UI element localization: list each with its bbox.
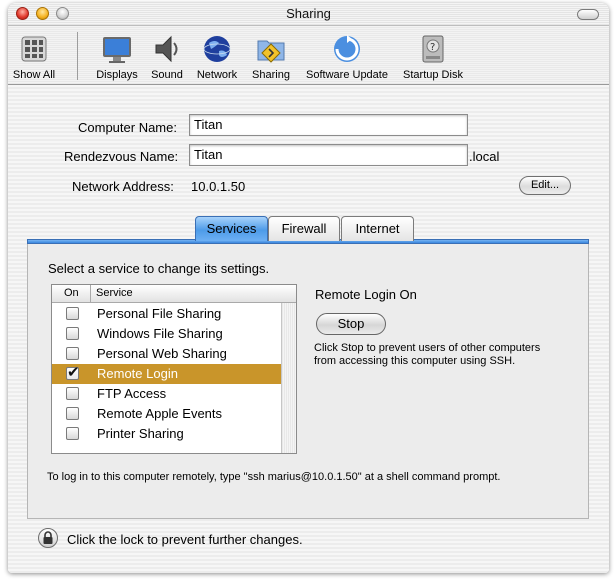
service-checkbox[interactable] [66,347,79,360]
service-description: Click Stop to prevent users of other com… [314,342,541,367]
software-update-icon [334,35,360,62]
list-item-ftp-access[interactable]: FTP Access [52,384,281,404]
toolbar-displays[interactable]: Displays [91,33,143,81]
service-label: FTP Access [97,386,167,401]
service-label: Windows File Sharing [97,326,223,341]
toolbar-show-all[interactable]: Show All [10,33,58,81]
tab-services[interactable]: Services [195,216,268,241]
list-header: On Service [52,285,296,303]
toolbar-sharing[interactable]: Sharing [248,33,294,81]
toolbar: Show All Displays Sound Network Sharing … [8,26,609,85]
column-on[interactable]: On [64,287,79,299]
lock-icon [43,531,53,544]
lock-button[interactable] [38,528,58,548]
toolbar-label: Displays [96,69,138,81]
services-list: On Service Personal File Sharing Windows… [51,284,297,454]
list-item-remote-apple-events[interactable]: Remote Apple Events [52,404,281,424]
service-label: Personal Web Sharing [97,346,227,361]
list-item-personal-file-sharing[interactable]: Personal File Sharing [52,304,281,324]
list-scrollbar[interactable] [281,303,296,453]
lock-text: Click the lock to prevent further change… [67,532,303,547]
list-item-printer-sharing[interactable]: Printer Sharing [52,424,281,444]
list-item-windows-file-sharing[interactable]: Windows File Sharing [52,324,281,344]
window-title: Sharing [286,6,331,21]
service-label: Remote Apple Events [97,406,223,421]
rendezvous-suffix: .local [469,149,500,164]
service-status-title: Remote Login On [315,287,417,302]
stop-button[interactable]: Stop [316,313,386,335]
edit-button[interactable]: Edit... [519,176,571,195]
toolbar-startup-disk[interactable]: ? Startup Disk [397,33,469,81]
service-checkbox[interactable] [66,427,79,440]
service-label: Personal File Sharing [97,306,222,321]
toolbar-sound[interactable]: Sound [147,33,187,81]
toolbar-network[interactable]: Network [192,33,242,81]
service-checkbox[interactable] [66,407,79,420]
network-address-label: Network Address: [72,179,174,194]
column-separator [90,285,91,302]
computer-name-field[interactable]: Titan [189,114,468,136]
computer-name-label: Computer Name: [78,120,177,135]
sharing-folder-icon [257,40,285,63]
show-all-icon [21,36,47,62]
rendezvous-name-label: Rendezvous Name: [64,149,179,164]
service-label: Remote Login [97,366,178,381]
service-checkbox[interactable] [66,307,79,320]
toolbar-label: Startup Disk [403,69,463,81]
toolbar-label: Sharing [252,69,290,81]
network-globe-icon [203,36,231,62]
list-item-remote-login[interactable]: Remote Login [52,363,281,384]
toolbar-toggle-button[interactable] [577,9,599,20]
service-label: Printer Sharing [97,426,184,441]
service-checkbox[interactable] [66,363,80,381]
toolbar-software-update[interactable]: Software Update [301,33,393,81]
tab-firewall[interactable]: Firewall [268,216,340,241]
tab-internet[interactable]: Internet [341,216,414,241]
network-address-value: 10.0.1.50 [191,179,246,194]
minimize-button[interactable] [36,7,49,20]
sharing-window: Sharing Show All Displays Sound Network … [8,3,609,573]
rendezvous-name-field[interactable]: Titan [189,144,468,166]
toolbar-label: Sound [151,69,183,81]
close-button[interactable] [16,7,29,20]
svg-text:?: ? [430,42,435,53]
toolbar-separator [77,32,78,80]
remote-login-note: To log in to this computer remotely, typ… [47,471,501,483]
service-checkbox[interactable] [66,387,79,400]
displays-icon [103,37,131,63]
title-bar[interactable]: Sharing [8,3,609,26]
toolbar-label: Network [196,69,238,81]
sound-icon [155,35,178,63]
startup-disk-icon: ? [422,35,444,63]
toolbar-label: Show All [12,69,56,81]
list-item-personal-web-sharing[interactable]: Personal Web Sharing [52,344,281,364]
column-service[interactable]: Service [96,287,133,299]
toolbar-label: Software Update [306,69,388,81]
zoom-button[interactable] [56,7,69,20]
services-instruction: Select a service to change its settings. [48,261,270,276]
service-checkbox[interactable] [66,327,79,340]
